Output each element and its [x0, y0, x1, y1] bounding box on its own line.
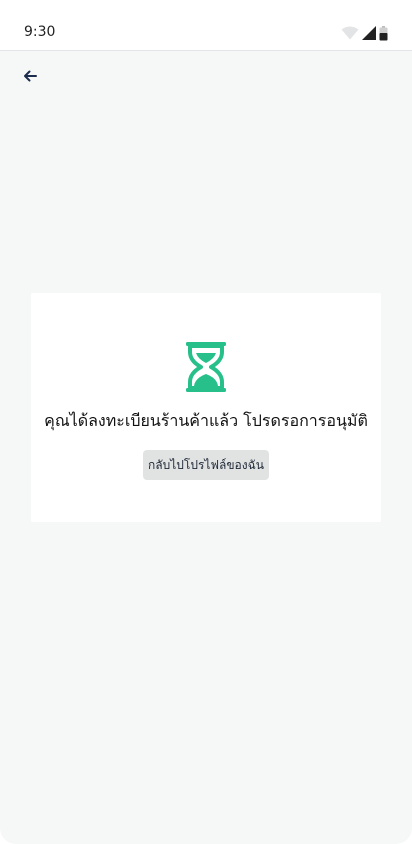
battery-icon [379, 25, 388, 41]
wifi-icon [341, 26, 359, 40]
status-time: 9:30 [24, 24, 56, 40]
app-bar [0, 52, 412, 100]
screen: 9:30 คุณได้ลงทะเบียนร้านค้าแล้ว โปรดรอกา… [0, 0, 412, 844]
status-icons [341, 25, 388, 41]
hourglass-icon [185, 341, 227, 393]
signal-icon [362, 26, 376, 40]
back-to-profile-button[interactable]: กลับไปโปรไฟล์ของฉัน [143, 450, 269, 480]
back-button[interactable] [18, 64, 42, 88]
status-bar: 9:30 [0, 0, 412, 51]
pending-approval-message: คุณได้ลงทะเบียนร้านค้าแล้ว โปรดรอการอนุม… [44, 411, 368, 430]
arrow-left-icon [23, 67, 37, 86]
pending-approval-card: คุณได้ลงทะเบียนร้านค้าแล้ว โปรดรอการอนุม… [31, 293, 381, 522]
